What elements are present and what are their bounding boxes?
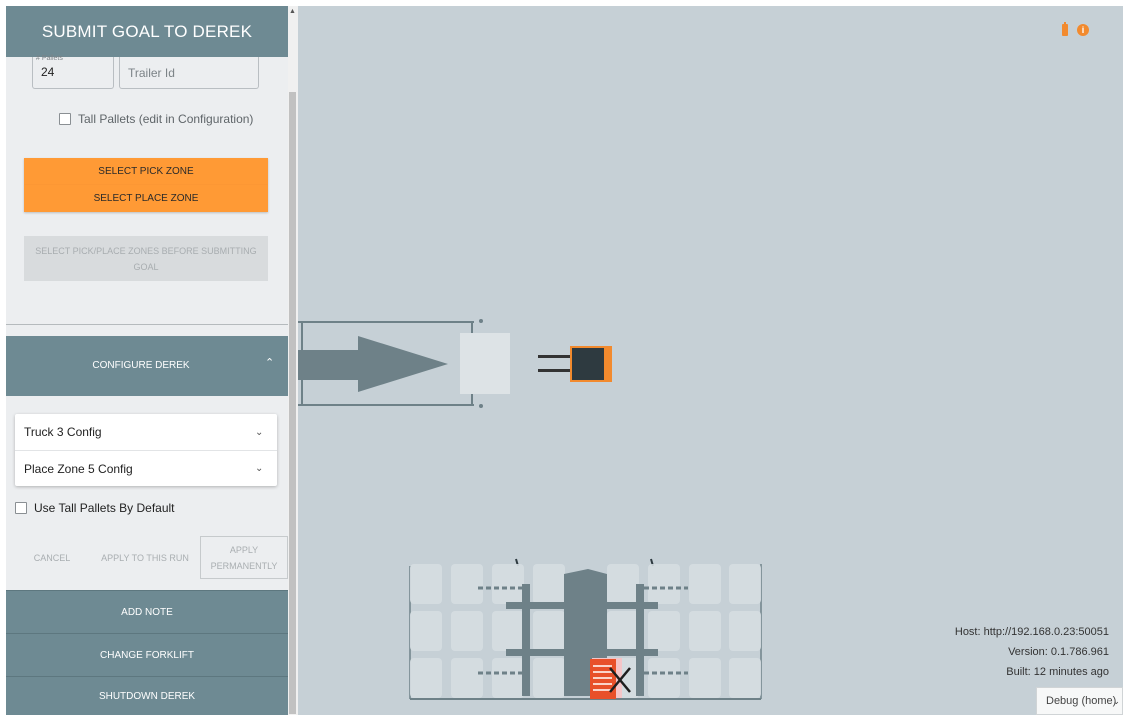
pallets-value: 24: [41, 65, 55, 79]
forklift-marker[interactable]: [538, 346, 612, 382]
mode-select[interactable]: Debug (home) ⌄: [1036, 687, 1123, 715]
scrollbar-thumb[interactable]: [289, 92, 296, 714]
chevron-down-icon: ⌄: [1112, 696, 1120, 706]
config-action-row: CANCEL APPLY TO THIS RUN APPLY PERMANENT…: [6, 536, 288, 579]
mode-select-value: Debug (home): [1046, 695, 1117, 707]
cancel-button[interactable]: CANCEL: [24, 536, 80, 579]
trailer-id-placeholder: Trailer Id: [128, 66, 175, 80]
change-forklift-button[interactable]: CHANGE FORKLIFT: [6, 633, 288, 676]
chevron-down-icon: ⌄: [255, 426, 264, 438]
scroll-up-icon[interactable]: ▲: [289, 8, 296, 15]
trailer-id-field[interactable]: Trailer Id: [119, 57, 259, 89]
submit-goal-button[interactable]: SELECT PICK/PLACE ZONES BEFORE SUBMITTIN…: [24, 236, 268, 281]
use-tall-pallets-row[interactable]: Use Tall Pallets By Default: [15, 501, 175, 515]
info-icon[interactable]: i: [1077, 24, 1089, 36]
host-text: Host: http://192.168.0.23:50051: [954, 626, 1109, 638]
pallets-label: # Pallets: [36, 55, 63, 62]
use-tall-pallets-checkbox[interactable]: [15, 502, 27, 514]
shutdown-button[interactable]: SHUTDOWN DEREK: [6, 676, 288, 715]
storage-zone: [409, 558, 762, 700]
configure-title: CONFIGURE DEREK: [92, 360, 190, 371]
battery-icon[interactable]: [1062, 22, 1068, 36]
use-tall-pallets-label: Use Tall Pallets By Default: [34, 501, 175, 515]
config-selects: Truck 3 Config ⌄ Place Zone 5 Config ⌄: [15, 414, 277, 486]
dock-zone: [460, 333, 510, 394]
select-place-zone-button[interactable]: SELECT PLACE ZONE: [24, 185, 268, 212]
tall-pallets-checkbox[interactable]: [59, 113, 71, 125]
goal-panel: SUBMIT GOAL TO DEREK # Pallets 24 Traile…: [6, 6, 288, 715]
place-zone-config-value: Place Zone 5 Config: [24, 461, 133, 476]
chevron-down-icon: ⌄: [255, 463, 264, 474]
tall-pallets-checkbox-row[interactable]: Tall Pallets (edit in Configuration): [59, 112, 253, 126]
chevron-up-icon[interactable]: ⌃: [265, 356, 274, 369]
panel-title: SUBMIT GOAL TO DEREK: [6, 6, 288, 57]
direction-arrow: [298, 336, 448, 392]
select-pick-zone-button[interactable]: SELECT PICK ZONE: [24, 158, 268, 185]
apply-run-button[interactable]: APPLY TO THIS RUN: [98, 536, 192, 579]
section-divider: [6, 324, 288, 325]
map-view[interactable]: [298, 6, 1123, 715]
add-note-button[interactable]: ADD NOTE: [6, 590, 288, 633]
status-icons: i: [1062, 22, 1089, 36]
app-frame: SUBMIT GOAL TO DEREK # Pallets 24 Traile…: [0, 0, 1123, 715]
map-canvas[interactable]: [298, 6, 1123, 715]
tall-pallets-label: Tall Pallets (edit in Configuration): [78, 112, 254, 126]
configure-section-header[interactable]: CONFIGURE DEREK ⌃: [6, 336, 288, 396]
place-zone-config-select[interactable]: Place Zone 5 Config ⌄: [15, 451, 277, 486]
pallets-field[interactable]: # Pallets 24: [32, 55, 114, 89]
truck-config-value: Truck 3 Config: [24, 425, 102, 439]
version-text: Version: 0.1.786.961: [1008, 646, 1109, 658]
apply-permanently-button[interactable]: APPLY PERMANENTLY: [200, 536, 288, 579]
truck-config-select[interactable]: Truck 3 Config ⌄: [15, 414, 277, 450]
built-text: Built: 12 minutes ago: [1006, 666, 1109, 678]
panel-scrollbar[interactable]: ▲: [288, 6, 298, 715]
